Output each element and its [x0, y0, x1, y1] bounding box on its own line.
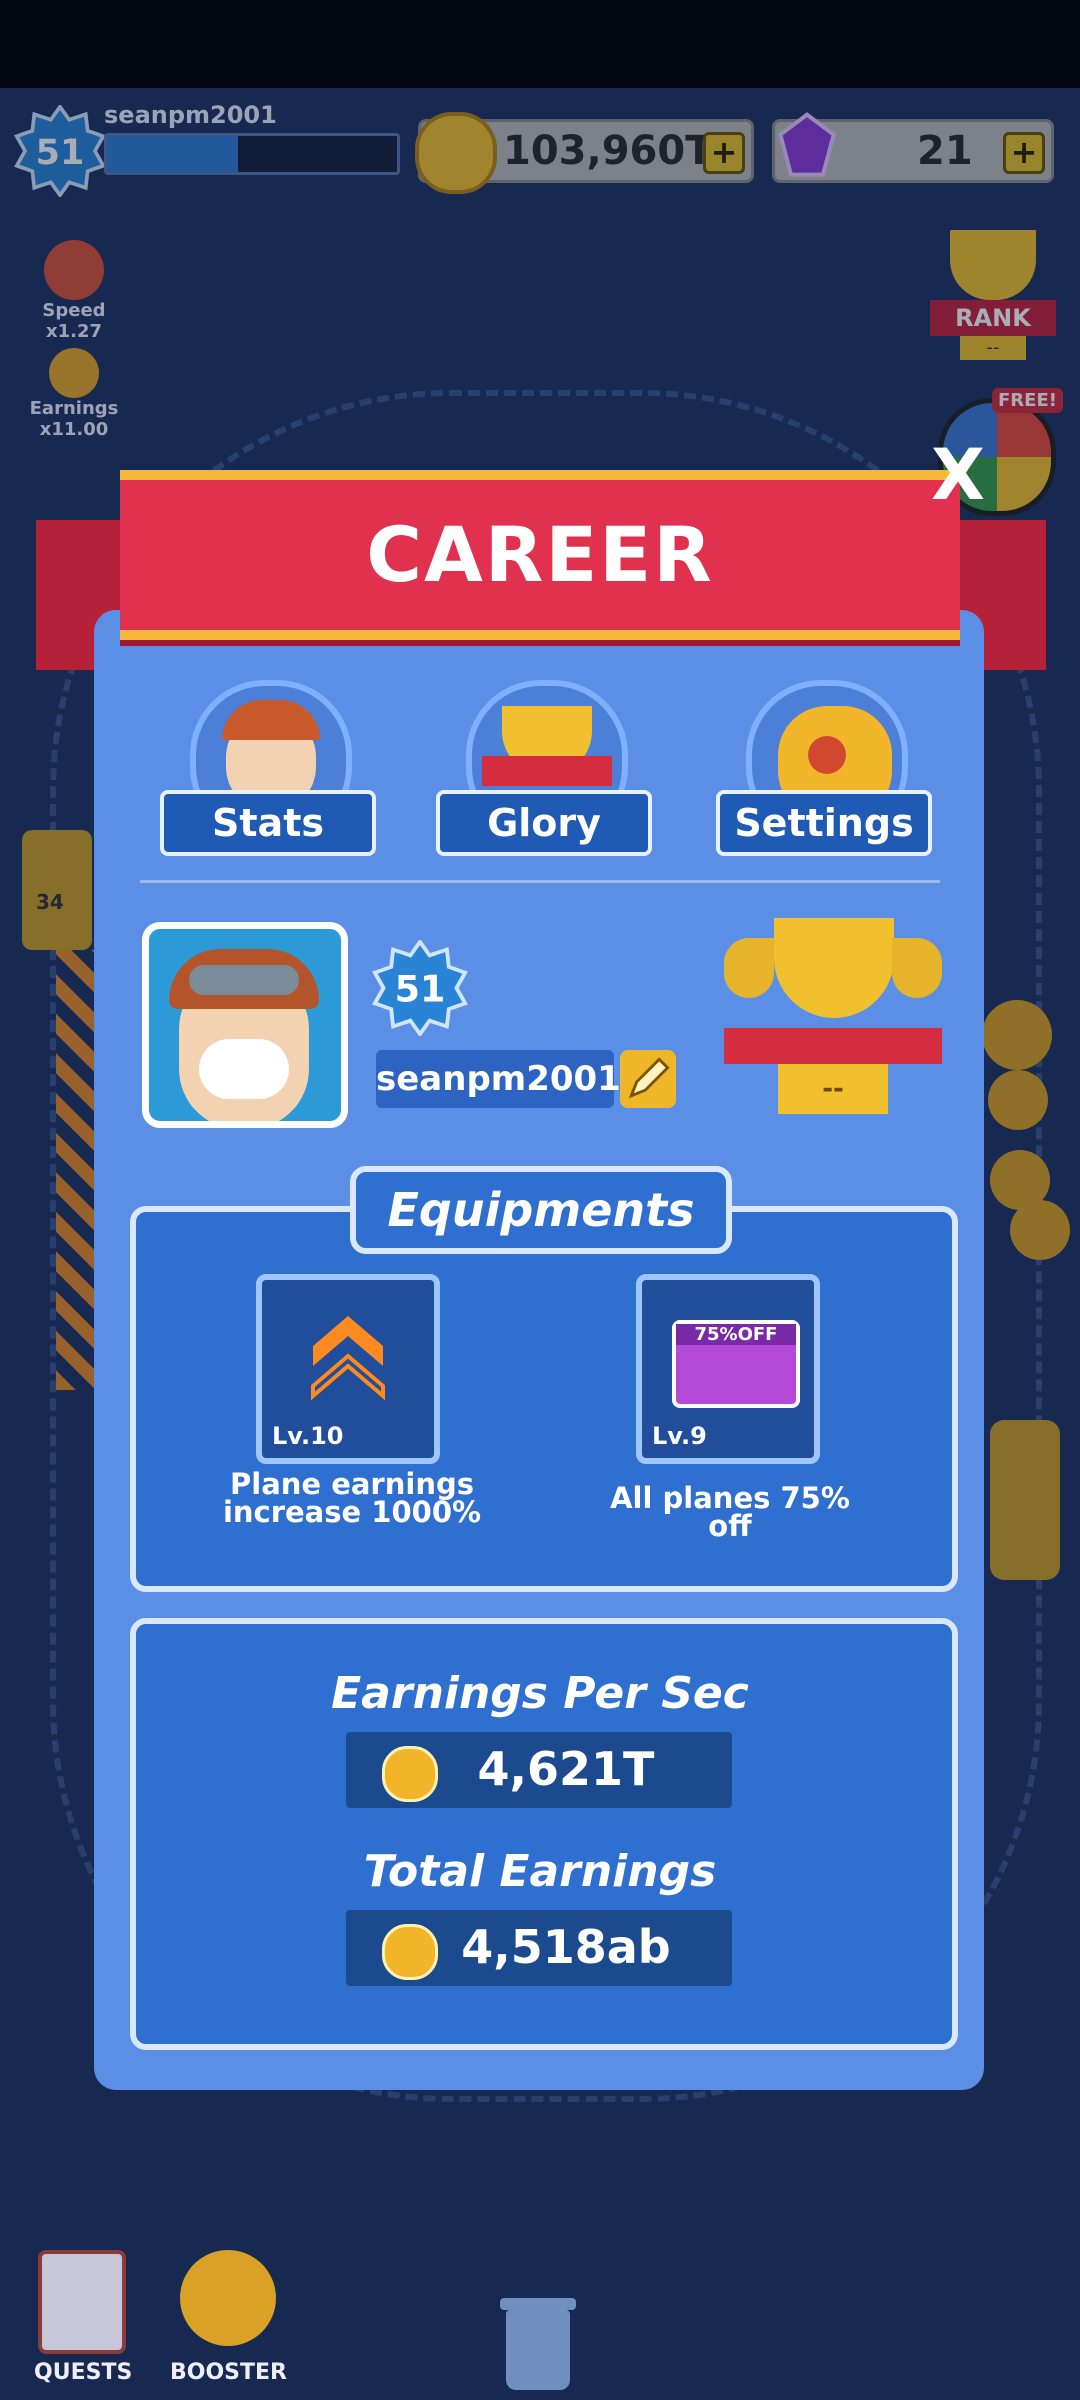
equipment-runway[interactable]: Lv.10: [256, 1274, 440, 1464]
trash-icon: [506, 2310, 570, 2390]
discount-badge: 75%OFF: [676, 1324, 796, 1345]
equipment-level: Lv.10: [272, 1422, 344, 1450]
equipment-level: Lv.9: [652, 1422, 707, 1450]
tab-stats[interactable]: Stats: [160, 790, 376, 856]
modal-title: CAREER: [366, 510, 714, 599]
quests-button[interactable]: QUESTS: [30, 2250, 140, 2390]
chevron-up-icon: [311, 1316, 385, 1401]
earnings-per-sec-label: Earnings Per Sec: [331, 1668, 749, 1719]
career-ribbon: CAREER: [120, 470, 960, 640]
equipment-discount[interactable]: 75%OFF Lv.9: [636, 1274, 820, 1464]
booster-button[interactable]: BOOSTER: [168, 2250, 298, 2390]
booster-coins-icon: [180, 2250, 276, 2346]
edit-name-button[interactable]: [620, 1050, 676, 1108]
glory-trophy: --: [724, 918, 942, 1118]
clipboard-icon: [38, 2250, 126, 2354]
total-earnings-box: 4,518ab: [346, 1910, 732, 1986]
profile-level-star-icon: 51: [372, 940, 468, 1036]
earnings-per-sec-box: 4,621T: [346, 1732, 732, 1808]
total-earnings-value: 4,518ab: [461, 1920, 671, 1974]
profile-level-text: 51: [395, 967, 446, 1010]
trash-button[interactable]: [500, 2296, 580, 2396]
profile-name: seanpm2001: [376, 1050, 621, 1108]
tab-glory[interactable]: Glory: [436, 790, 652, 856]
equipments-title: Equipments: [350, 1166, 732, 1254]
total-earnings-label: Total Earnings: [363, 1846, 717, 1897]
earnings-per-sec-value: 4,621T: [477, 1742, 655, 1796]
tab-settings[interactable]: Settings: [716, 790, 932, 856]
divider: [140, 880, 940, 883]
coin-icon: [382, 1924, 438, 1980]
equipment-description: Plane earnings increase 1000%: [222, 1467, 482, 1529]
avatar[interactable]: [142, 922, 348, 1128]
pencil-icon: [628, 1057, 670, 1099]
equipment-description: All planes 75% off: [610, 1481, 850, 1543]
trophy-value: --: [778, 1064, 888, 1114]
quests-label: QUESTS: [34, 2360, 133, 2385]
discount-ticket-icon: 75%OFF: [672, 1320, 800, 1408]
coin-icon: [382, 1746, 438, 1802]
booster-label: BOOSTER: [170, 2360, 287, 2385]
close-button[interactable]: X: [928, 440, 988, 510]
